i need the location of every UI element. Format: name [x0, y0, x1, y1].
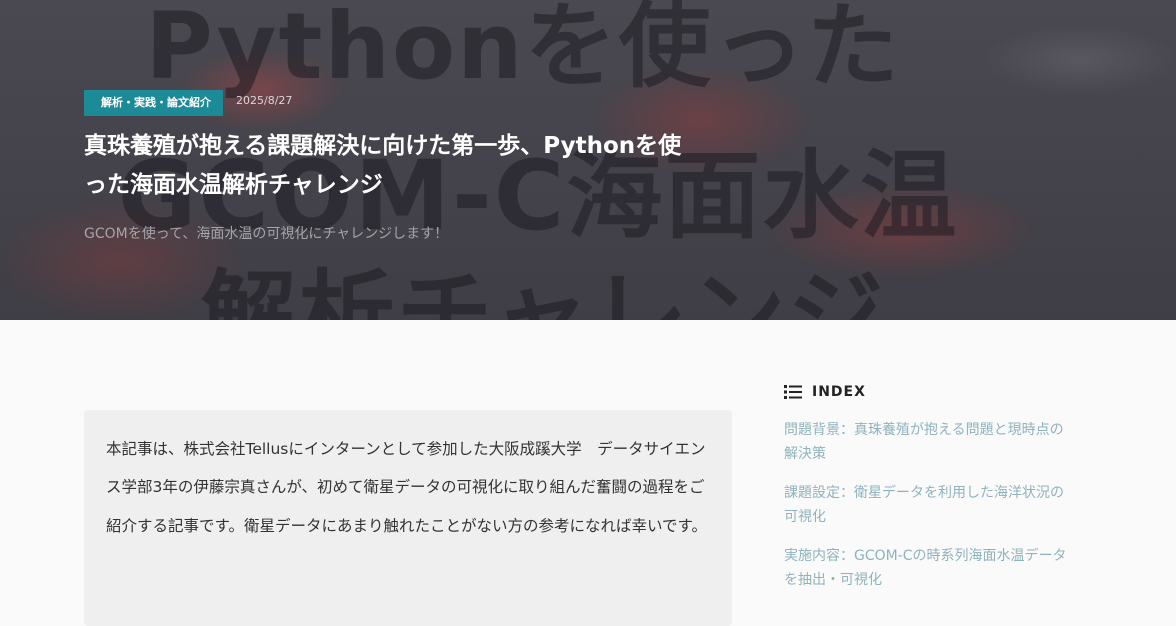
- intro-box: 本記事は、株式会社Tellusにインターンとして参加した大阪成蹊大学 データサイ…: [84, 410, 732, 626]
- hero-content: 解析・実践・論文紹介 2025/8/27 真珠養殖が抱える課題解決に向けた第一歩…: [84, 90, 744, 243]
- category-badge[interactable]: 解析・実践・論文紹介: [84, 90, 223, 116]
- post-title-line: った海面水温解析チャレンジ: [84, 172, 383, 198]
- post-lead: GCOMを使って、海面水温の可視化にチャレンジします！: [84, 226, 449, 242]
- toc-item[interactable]: 課題設定：衛星データを利用した海洋状況の可視化: [784, 481, 1076, 529]
- toc-header: INDEX: [784, 380, 1084, 404]
- intro-text: 本記事は、株式会社Tellusにインターンとして参加した大阪成蹊大学 データサイ…: [106, 440, 707, 535]
- toc-item[interactable]: 実施内容：GCOM-Cの時系列海面水温データを抽出・可視化: [784, 544, 1076, 592]
- post-meta: 解析・実践・論文紹介 2025/8/27: [84, 90, 744, 116]
- list-icon: [784, 385, 802, 399]
- toc-title: INDEX: [812, 384, 866, 400]
- hero-bg-text: 解析チャレンジ: [200, 260, 886, 320]
- article-main: 本記事は、株式会社Tellusにインターンとして参加した大阪成蹊大学 データサイ…: [0, 320, 1176, 626]
- post-title: 真珠養殖が抱える課題解決に向けた第一歩、Pythonを使 った海面水温解析チャレ…: [84, 127, 744, 205]
- article-hero: Pythonを使った GCOM-C海面水温 解析チャレンジ 解析・実践・論文紹介…: [0, 0, 1176, 320]
- toc-list: 問題背景：真珠養殖が抱える問題と現時点の解決策 課題設定：衛星データを利用した海…: [784, 418, 1084, 592]
- table-of-contents: INDEX 問題背景：真珠養殖が抱える問題と現時点の解決策 課題設定：衛星データ…: [784, 380, 1084, 607]
- post-title-line: 真珠養殖が抱える課題解決に向けた第一歩、Pythonを使: [84, 133, 682, 159]
- toc-item[interactable]: 問題背景：真珠養殖が抱える問題と現時点の解決策: [784, 418, 1076, 466]
- post-date: 2025/8/27: [236, 93, 293, 107]
